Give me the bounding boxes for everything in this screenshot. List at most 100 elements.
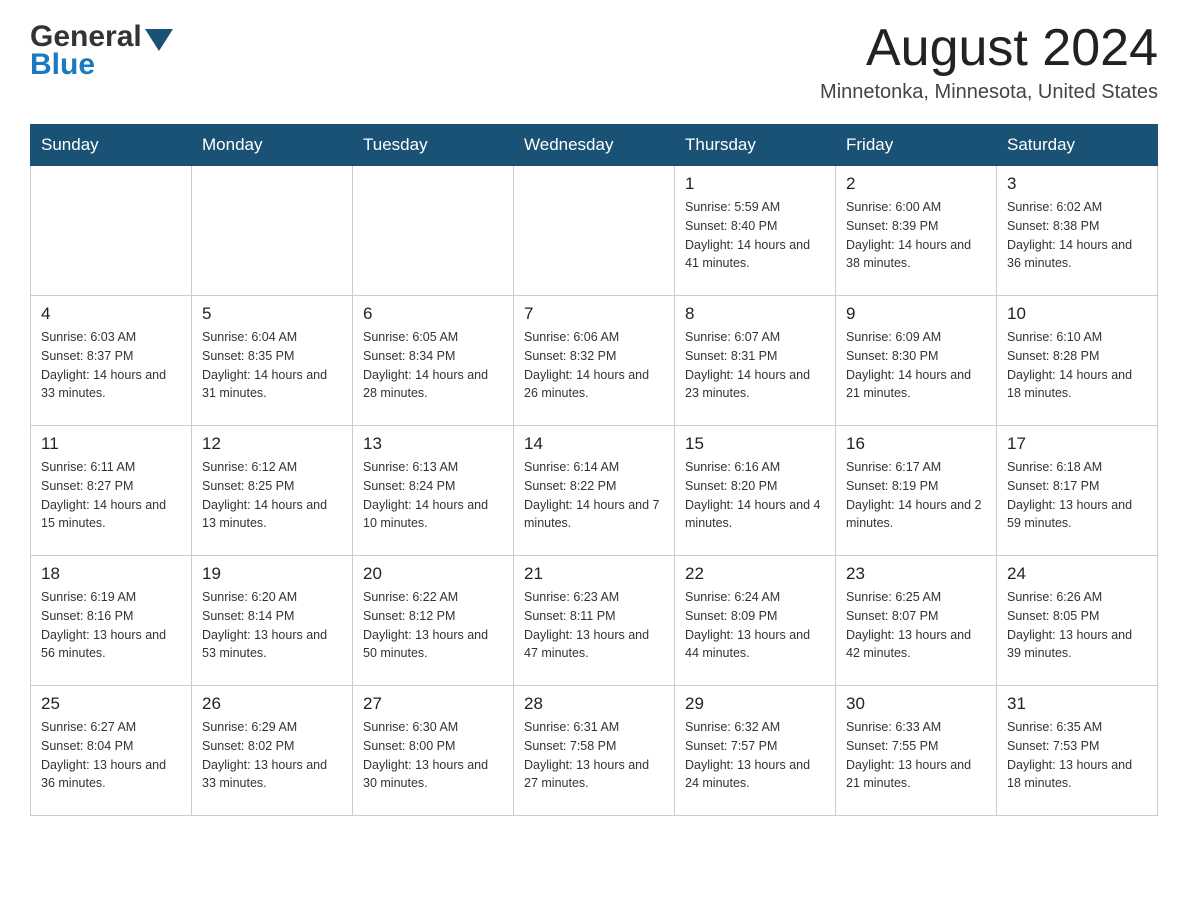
day-info: Sunrise: 6:29 AMSunset: 8:02 PMDaylight:…: [202, 718, 342, 793]
calendar-day-header: Saturday: [997, 125, 1158, 166]
day-number: 28: [524, 694, 664, 714]
calendar-cell: 14Sunrise: 6:14 AMSunset: 8:22 PMDayligh…: [514, 426, 675, 556]
day-number: 11: [41, 434, 181, 454]
calendar-cell: 25Sunrise: 6:27 AMSunset: 8:04 PMDayligh…: [31, 686, 192, 816]
day-number: 31: [1007, 694, 1147, 714]
calendar-day-header: Thursday: [675, 125, 836, 166]
calendar-day-header: Tuesday: [353, 125, 514, 166]
calendar-cell: 8 Sunrise: 6:07 AMSunset: 8:31 PMDaylight…: [675, 296, 836, 426]
day-info: Sunrise: 5:59 AMSunset: 8:40 PMDaylight:…: [685, 198, 825, 273]
day-info: Sunrise: 6:02 AMSunset: 8:38 PMDaylight:…: [1007, 198, 1147, 273]
calendar-header-row: SundayMondayTuesdayWednesdayThursdayFrid…: [31, 125, 1158, 166]
calendar-cell: 9Sunrise: 6:09 AMSunset: 8:30 PMDaylight…: [836, 296, 997, 426]
location-subtitle: Minnetonka, Minnesota, United States: [820, 81, 1158, 104]
calendar-cell: 11 Sunrise: 6:11 AMSunset: 8:27 PMDayligh…: [31, 426, 192, 556]
day-number: 10: [1007, 304, 1147, 324]
day-info: Sunrise: 6:12 AMSunset: 8:25 PMDaylight:…: [202, 458, 342, 533]
calendar-cell: [31, 166, 192, 296]
calendar-cell: 20 Sunrise: 6:22 AMSunset: 8:12 PMDayligh…: [353, 556, 514, 686]
calendar-cell: 22 Sunrise: 6:24 AMSunset: 8:09 PMDayligh…: [675, 556, 836, 686]
calendar-cell: [192, 166, 353, 296]
calendar-cell: 19 Sunrise: 6:20 AMSunset: 8:14 PMDayligh…: [192, 556, 353, 686]
day-number: 7: [524, 304, 664, 324]
calendar-day-header: Wednesday: [514, 125, 675, 166]
calendar-cell: 17 Sunrise: 6:18 AMSunset: 8:17 PMDayligh…: [997, 426, 1158, 556]
logo: General Blue: [30, 20, 176, 82]
calendar-cell: 29Sunrise: 6:32 AMSunset: 7:57 PMDayligh…: [675, 686, 836, 816]
calendar-cell: 21Sunrise: 6:23 AMSunset: 8:11 PMDayligh…: [514, 556, 675, 686]
day-number: 25: [41, 694, 181, 714]
day-number: 2: [846, 174, 986, 194]
day-number: 1: [685, 174, 825, 194]
calendar-table: SundayMondayTuesdayWednesdayThursdayFrid…: [30, 124, 1158, 816]
day-info: Sunrise: 6:24 AMSunset: 8:09 PMDaylight:…: [685, 588, 825, 663]
calendar-cell: 3 Sunrise: 6:02 AMSunset: 8:38 PMDaylight…: [997, 166, 1158, 296]
logo-blue-text: Blue: [30, 48, 176, 82]
calendar-day-header: Monday: [192, 125, 353, 166]
day-number: 20: [363, 564, 503, 584]
calendar-day-header: Sunday: [31, 125, 192, 166]
calendar-cell: [353, 166, 514, 296]
calendar-week-row: 4 Sunrise: 6:03 AMSunset: 8:37 PMDaylight…: [31, 296, 1158, 426]
day-info: Sunrise: 6:31 AMSunset: 7:58 PMDaylight:…: [524, 718, 664, 793]
month-year-title: August 2024: [820, 20, 1158, 77]
calendar-week-row: 1 Sunrise: 5:59 AMSunset: 8:40 PMDaylight…: [31, 166, 1158, 296]
day-number: 26: [202, 694, 342, 714]
calendar-day-header: Friday: [836, 125, 997, 166]
calendar-cell: 2 Sunrise: 6:00 AMSunset: 8:39 PMDaylight…: [836, 166, 997, 296]
day-number: 17: [1007, 434, 1147, 454]
calendar-cell: 7Sunrise: 6:06 AMSunset: 8:32 PMDaylight…: [514, 296, 675, 426]
calendar-cell: 27 Sunrise: 6:30 AMSunset: 8:00 PMDayligh…: [353, 686, 514, 816]
day-number: 8: [685, 304, 825, 324]
day-info: Sunrise: 6:11 AMSunset: 8:27 PMDaylight:…: [41, 458, 181, 533]
day-info: Sunrise: 6:17 AMSunset: 8:19 PMDaylight:…: [846, 458, 986, 533]
day-number: 4: [41, 304, 181, 324]
day-info: Sunrise: 6:26 AMSunset: 8:05 PMDaylight:…: [1007, 588, 1147, 663]
day-number: 3: [1007, 174, 1147, 194]
day-info: Sunrise: 6:18 AMSunset: 8:17 PMDaylight:…: [1007, 458, 1147, 533]
day-info: Sunrise: 6:16 AMSunset: 8:20 PMDaylight:…: [685, 458, 825, 533]
day-number: 18: [41, 564, 181, 584]
calendar-week-row: 25Sunrise: 6:27 AMSunset: 8:04 PMDayligh…: [31, 686, 1158, 816]
calendar-cell: 18Sunrise: 6:19 AMSunset: 8:16 PMDayligh…: [31, 556, 192, 686]
day-info: Sunrise: 6:32 AMSunset: 7:57 PMDaylight:…: [685, 718, 825, 793]
calendar-cell: 30 Sunrise: 6:33 AMSunset: 7:55 PMDayligh…: [836, 686, 997, 816]
day-info: Sunrise: 6:25 AMSunset: 8:07 PMDaylight:…: [846, 588, 986, 663]
day-number: 21: [524, 564, 664, 584]
calendar-cell: 13Sunrise: 6:13 AMSunset: 8:24 PMDayligh…: [353, 426, 514, 556]
day-info: Sunrise: 6:07 AMSunset: 8:31 PMDaylight:…: [685, 328, 825, 403]
day-info: Sunrise: 6:22 AMSunset: 8:12 PMDaylight:…: [363, 588, 503, 663]
day-number: 12: [202, 434, 342, 454]
day-number: 16: [846, 434, 986, 454]
day-number: 6: [363, 304, 503, 324]
day-number: 14: [524, 434, 664, 454]
calendar-cell: 28 Sunrise: 6:31 AMSunset: 7:58 PMDayligh…: [514, 686, 675, 816]
day-info: Sunrise: 6:00 AMSunset: 8:39 PMDaylight:…: [846, 198, 986, 273]
calendar-cell: 10 Sunrise: 6:10 AMSunset: 8:28 PMDayligh…: [997, 296, 1158, 426]
day-info: Sunrise: 6:10 AMSunset: 8:28 PMDaylight:…: [1007, 328, 1147, 403]
calendar-cell: 12 Sunrise: 6:12 AMSunset: 8:25 PMDayligh…: [192, 426, 353, 556]
calendar-week-row: 11 Sunrise: 6:11 AMSunset: 8:27 PMDayligh…: [31, 426, 1158, 556]
day-info: Sunrise: 6:20 AMSunset: 8:14 PMDaylight:…: [202, 588, 342, 663]
day-number: 27: [363, 694, 503, 714]
day-info: Sunrise: 6:30 AMSunset: 8:00 PMDaylight:…: [363, 718, 503, 793]
day-number: 22: [685, 564, 825, 584]
calendar-week-row: 18Sunrise: 6:19 AMSunset: 8:16 PMDayligh…: [31, 556, 1158, 686]
calendar-cell: 5Sunrise: 6:04 AMSunset: 8:35 PMDaylight…: [192, 296, 353, 426]
day-info: Sunrise: 6:03 AMSunset: 8:37 PMDaylight:…: [41, 328, 181, 403]
day-number: 30: [846, 694, 986, 714]
day-info: Sunrise: 6:05 AMSunset: 8:34 PMDaylight:…: [363, 328, 503, 403]
calendar-cell: 23 Sunrise: 6:25 AMSunset: 8:07 PMDayligh…: [836, 556, 997, 686]
day-info: Sunrise: 6:04 AMSunset: 8:35 PMDaylight:…: [202, 328, 342, 403]
day-number: 23: [846, 564, 986, 584]
calendar-cell: 31 Sunrise: 6:35 AMSunset: 7:53 PMDayligh…: [997, 686, 1158, 816]
calendar-cell: [514, 166, 675, 296]
day-number: 9: [846, 304, 986, 324]
day-info: Sunrise: 6:33 AMSunset: 7:55 PMDaylight:…: [846, 718, 986, 793]
calendar-cell: 1 Sunrise: 5:59 AMSunset: 8:40 PMDaylight…: [675, 166, 836, 296]
day-info: Sunrise: 6:35 AMSunset: 7:53 PMDaylight:…: [1007, 718, 1147, 793]
day-number: 13: [363, 434, 503, 454]
calendar-cell: 15 Sunrise: 6:16 AMSunset: 8:20 PMDayligh…: [675, 426, 836, 556]
day-number: 15: [685, 434, 825, 454]
day-number: 19: [202, 564, 342, 584]
